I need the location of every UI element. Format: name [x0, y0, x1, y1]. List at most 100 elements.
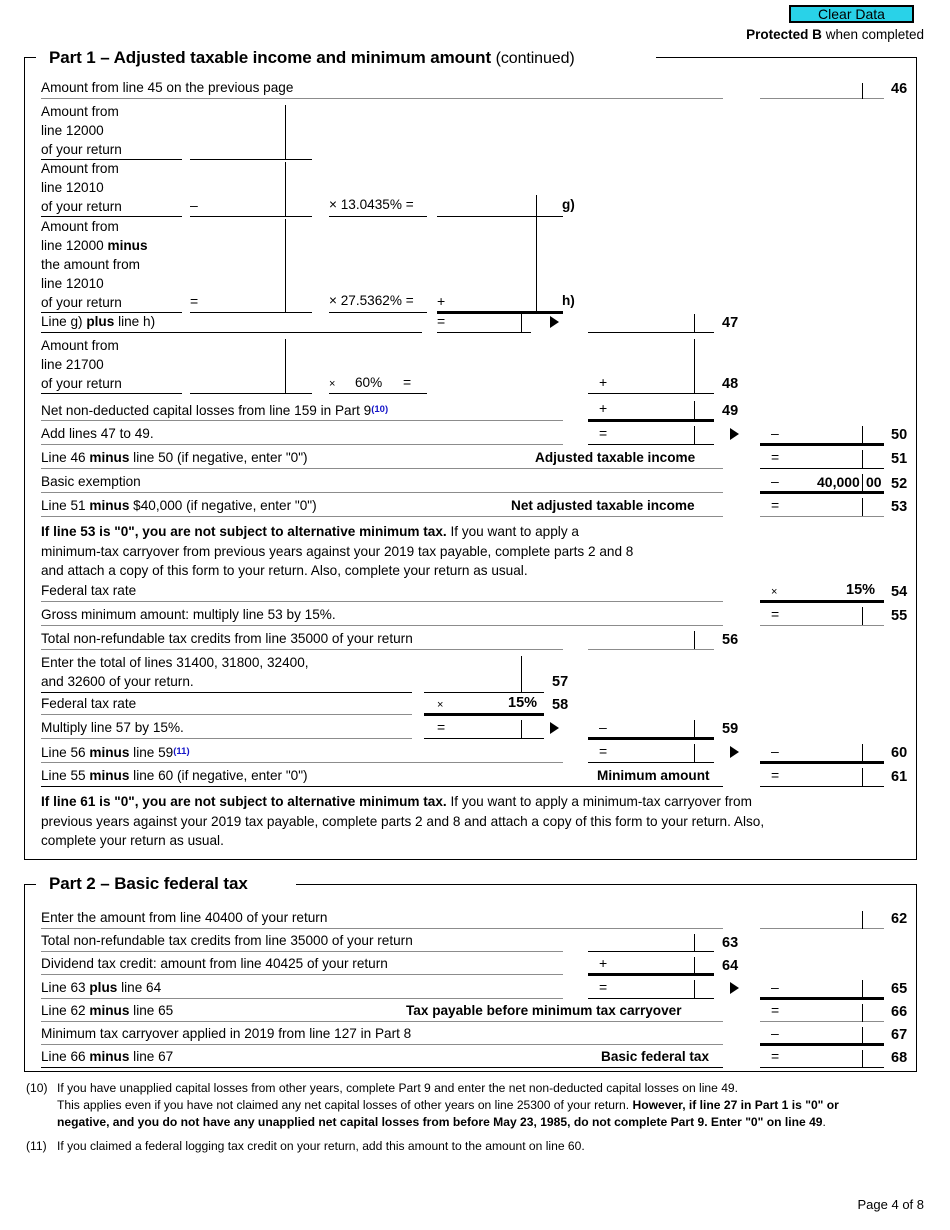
block-12010-line2: line 12010 [41, 180, 104, 195]
row-59-arrow-icon [550, 722, 559, 734]
row-50-minus-operator: – [771, 425, 779, 441]
row-52-value: 40,000 [817, 474, 860, 490]
block-12000-field-rule [190, 159, 312, 161]
footnote-10-marker: (10) [26, 1081, 48, 1095]
row-58-label: Federal tax rate [41, 696, 137, 711]
row-50-rule [41, 444, 563, 446]
row-52-cents-divider [862, 474, 864, 492]
row-h-cents-divider [536, 217, 538, 312]
footnote-10-line2b: However, if line 27 in Part 1 is "0" or [632, 1098, 839, 1112]
clear-data-button[interactable]: Clear Data [789, 5, 914, 23]
row-56-field-rule [588, 649, 714, 651]
row-51-label-c: line 50 (if negative, enter "0") [129, 450, 308, 465]
block-12000minus-cents-divider [285, 219, 287, 313]
row-64-plus-operator: + [599, 955, 608, 971]
row-65-minus-operator: – [771, 979, 779, 995]
row-61-label: Line 55 minus line 60 (if negative, ente… [41, 768, 308, 784]
block-12000minus-line2a: line 12000 [41, 238, 108, 253]
row-58-rule [41, 714, 412, 716]
row-67-label: Minimum tax carryover applied in 2019 fr… [41, 1026, 412, 1041]
row-50-cents-divider [862, 426, 864, 444]
row-53-rule [41, 516, 723, 518]
block-12010-line3: of your return [41, 199, 122, 214]
row-65-label: Line 63 plus line 64 [41, 980, 161, 996]
row-60-field-rule [760, 761, 884, 764]
block-12000minus-line2: line 12000 minus [41, 238, 148, 254]
line-number-59: 59 [722, 721, 739, 737]
block-12000minus-line1: Amount from [41, 219, 119, 234]
line-number-67: 67 [891, 1027, 908, 1043]
line-number-52: 52 [891, 476, 908, 492]
row-59-cents-divider [694, 720, 696, 738]
row-59-label: Multiply line 57 by 15%. [41, 720, 184, 735]
block-12000-line1: Amount from [41, 104, 119, 119]
row-50-arrow-icon [730, 428, 739, 440]
row-66-cents-divider [862, 1004, 864, 1022]
row-56-cents-divider [694, 631, 696, 649]
row-65-mid-divider [694, 980, 696, 999]
block-12000-cents-divider [285, 105, 287, 160]
row-52-field-rule [760, 491, 884, 494]
block-12000-line2: line 12000 [41, 123, 104, 138]
row-68-field-rule [760, 1067, 884, 1069]
row-64-rule [41, 974, 563, 976]
row-51-eq-operator: = [771, 449, 780, 465]
row-68-label-c: line 67 [129, 1049, 174, 1064]
row-66-label-c: line 65 [129, 1003, 174, 1018]
row-52-rule [41, 492, 723, 494]
row-49-cents-divider [694, 401, 696, 420]
note-line-61: If line 61 is "0", you are not subject t… [41, 792, 901, 851]
line-number-66: 66 [891, 1004, 908, 1020]
row-65-field-rule [760, 997, 884, 1000]
row-63-cents-divider [694, 934, 696, 952]
line-number-55: 55 [891, 608, 908, 624]
row-47-label: Line g) plus line h) [41, 314, 155, 330]
block-12010-minus-operator: – [190, 197, 198, 213]
row-67-minus-operator: – [771, 1025, 779, 1041]
line-number-64: 64 [722, 958, 739, 974]
line-number-46: 46 [891, 81, 908, 97]
row-60-label-c: line 59 [129, 745, 174, 760]
row-46-cents-divider [862, 83, 864, 99]
row-59-mid-rule [424, 738, 544, 740]
line-number-60: 60 [891, 745, 908, 761]
row-50-label: Add lines 47 to 49. [41, 426, 154, 441]
note-line-53: If line 53 is "0", you are not subject t… [41, 522, 741, 581]
row-66-label-b: minus [89, 1003, 130, 1018]
row-58-times-operator: × [437, 699, 444, 711]
row-54-label: Federal tax rate [41, 583, 137, 598]
row-53-field-rule [760, 516, 884, 518]
row-68-label-b: minus [89, 1049, 130, 1064]
row-60-label-a: Line 56 [41, 745, 90, 760]
row-48-label-rule [41, 393, 182, 395]
row-60-cents-divider [862, 744, 864, 762]
line-number-48: 48 [722, 376, 739, 392]
row-47-arrow-icon [550, 316, 559, 328]
row-50-field-rule [760, 443, 884, 446]
row-61-label-c: line 60 (if negative, enter "0") [129, 768, 308, 783]
row-47-label-a: Line g) [41, 314, 87, 329]
line-number-47: 47 [722, 315, 739, 331]
row-60-label: Line 56 minus line 59(11) [41, 744, 190, 761]
footnote-10-line3b: negative, and you do not have any unappl… [57, 1115, 420, 1129]
row-60-eq-operator: = [599, 743, 608, 759]
footnote-10-line2a: This applies even if you have not claime… [57, 1098, 633, 1112]
row-54-field-rule [760, 600, 884, 603]
row-h-field-rule [437, 311, 563, 314]
protected-b-label: Protected B when completed [746, 27, 924, 42]
note-61-rest: If you want to apply a minimum-tax carry… [446, 794, 752, 809]
row-65-eq-operator: = [599, 979, 608, 995]
row-48-line1: Amount from [41, 338, 119, 353]
block-12010-label-rule [41, 216, 182, 218]
row-62-field-rule [760, 928, 884, 930]
footnote-11-line1: If you claimed a federal logging tax cre… [57, 1139, 585, 1153]
row-57-line1: Enter the total of lines 31400, 31800, 3… [41, 655, 309, 670]
line-number-68: 68 [891, 1050, 908, 1066]
row-47-mid-rule [437, 332, 531, 334]
row-66-field-rule [760, 1021, 884, 1023]
row-48-factor-rule [329, 393, 427, 395]
row-g-field-rule [437, 216, 563, 218]
row-67-field-rule [760, 1043, 884, 1046]
row-68-label-a: Line 66 [41, 1049, 90, 1064]
row-47-mid-divider [521, 314, 523, 333]
